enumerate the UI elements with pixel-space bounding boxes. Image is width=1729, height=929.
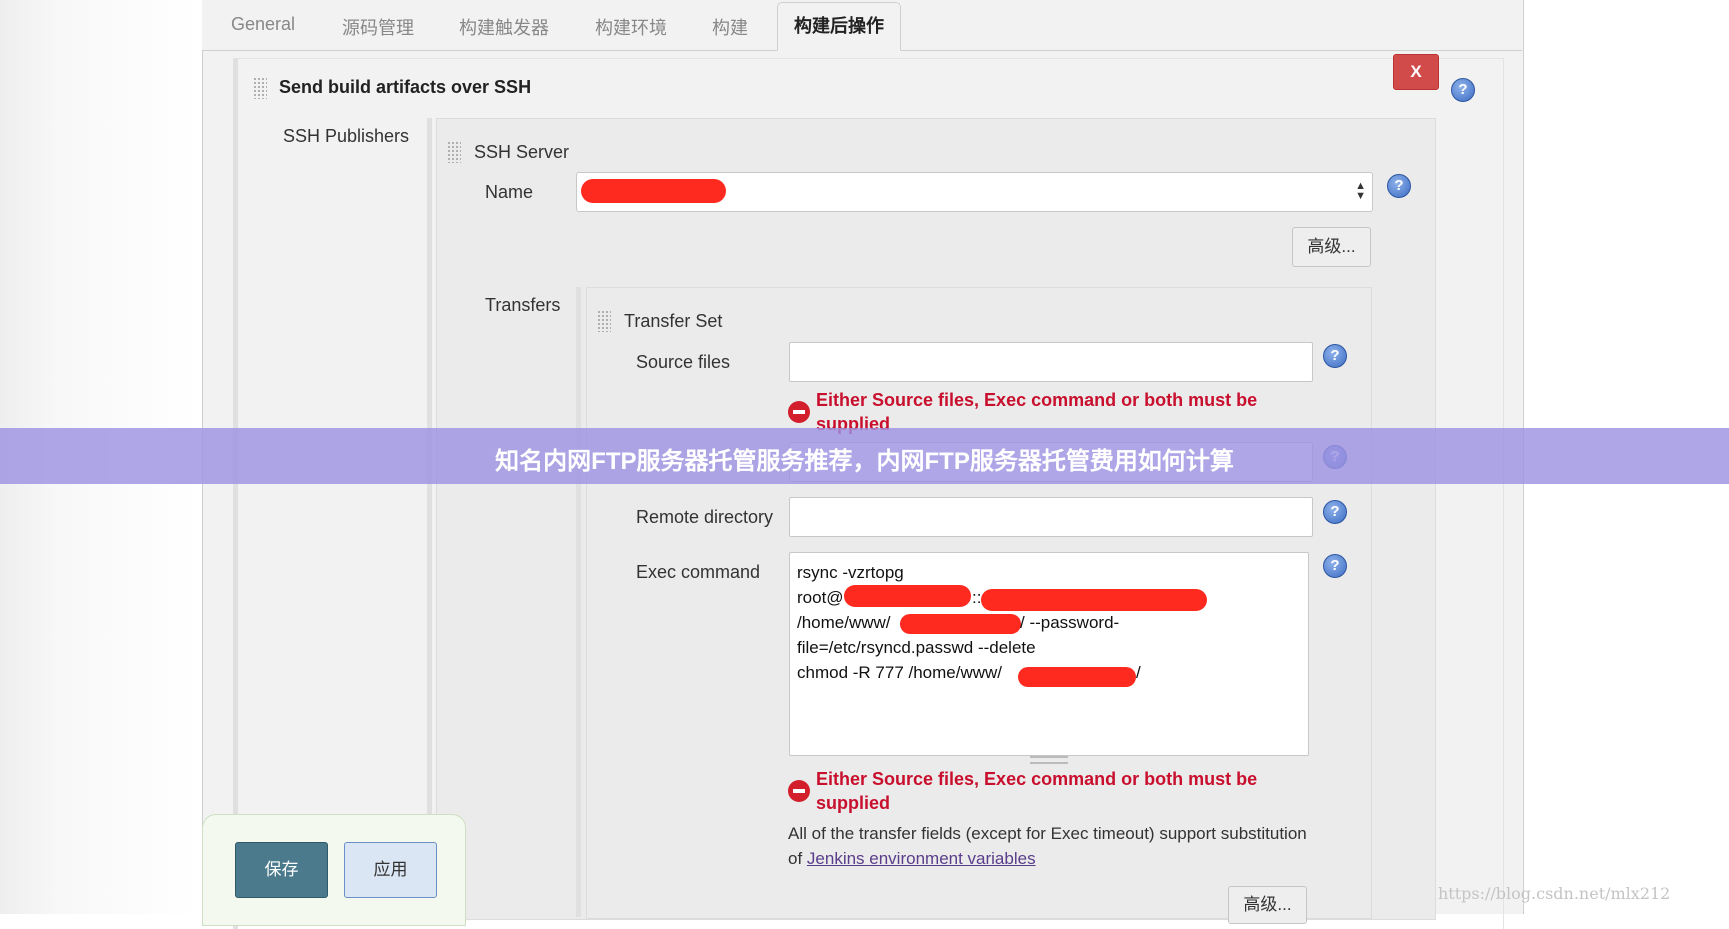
exec-command-label: Exec command	[636, 562, 761, 582]
advanced-button[interactable]: 高级...	[1292, 227, 1371, 267]
redaction-mark	[981, 589, 1207, 611]
drag-handle-icon[interactable]	[253, 77, 267, 99]
advanced-button[interactable]: 高级...	[1228, 886, 1307, 924]
tab-post-build-actions[interactable]: 构建后操作	[777, 2, 901, 51]
exec-line-4: file=/etc/rsyncd.passwd --delete	[797, 638, 1036, 657]
redaction-mark	[844, 585, 971, 607]
drag-handle-icon[interactable]	[597, 310, 611, 332]
source-files-label: Source files	[636, 352, 731, 372]
transfers-divider	[576, 287, 581, 917]
remote-directory-label: Remote directory	[636, 507, 774, 527]
tab-build-triggers[interactable]: 构建触发器	[459, 14, 549, 40]
redaction-mark	[1018, 667, 1136, 687]
tab-scm[interactable]: 源码管理	[342, 14, 414, 40]
tab-general[interactable]: General	[231, 14, 295, 35]
redaction-mark	[581, 179, 726, 203]
tab-build[interactable]: 构建	[712, 14, 748, 40]
ssh-publishers-label: SSH Publishers	[283, 126, 410, 146]
watermark: https://blog.csdn.net/mlx212	[1438, 884, 1671, 903]
delete-section-button[interactable]: X	[1393, 54, 1439, 90]
apply-button[interactable]: 应用	[344, 842, 437, 898]
error-icon	[788, 780, 810, 802]
help-icon[interactable]: ?	[1451, 78, 1475, 102]
redaction-mark	[900, 614, 1021, 634]
save-button[interactable]: 保存	[235, 842, 328, 898]
textarea-resize-handle[interactable]	[1030, 756, 1068, 764]
help-icon[interactable]: ?	[1323, 344, 1347, 368]
source-files-input[interactable]	[789, 342, 1313, 382]
exec-line-2b: ::	[972, 588, 982, 607]
exec-line-2a: root@	[797, 588, 844, 607]
transfer-set-title: Transfer Set	[624, 311, 723, 331]
help-icon[interactable]: ?	[1387, 174, 1411, 198]
publishers-divider	[427, 118, 432, 918]
name-label: Name	[485, 182, 534, 202]
transfers-label: Transfers	[485, 295, 561, 315]
exec-command-error: Either Source files, Exec command or bot…	[816, 769, 1258, 813]
help-icon[interactable]: ?	[1323, 554, 1347, 578]
tab-bar: General 源码管理 构建触发器 构建环境 构建 构建后操作	[202, 0, 1522, 51]
exec-line-5b: /	[1136, 663, 1141, 682]
drag-handle-icon[interactable]	[447, 141, 461, 163]
tab-build-environment[interactable]: 构建环境	[595, 14, 667, 40]
remote-directory-input[interactable]	[789, 497, 1313, 537]
ssh-server-name-select[interactable]: ▲ ▼	[576, 172, 1373, 212]
select-arrows-icon: ▲ ▼	[1355, 180, 1366, 202]
exec-line-3b: / --password-	[1020, 613, 1120, 632]
exec-line-1: rsync -vzrtopg	[797, 563, 904, 582]
jenkins-env-vars-link[interactable]: Jenkins environment variables	[807, 849, 1036, 868]
exec-line-5a: chmod -R 777 /home/www/	[797, 663, 1003, 682]
substitution-note: All of the transfer fields (except for E…	[788, 821, 1308, 871]
banner-title: 知名内网FTP服务器托管服务推荐，内网FTP服务器托管费用如何计算	[495, 448, 1234, 475]
section-title: Send build artifacts over SSH	[279, 77, 532, 97]
exec-line-3a: /home/www/	[797, 613, 891, 632]
ssh-server-title: SSH Server	[474, 142, 570, 162]
error-icon	[788, 401, 810, 423]
help-icon[interactable]: ?	[1323, 500, 1347, 524]
